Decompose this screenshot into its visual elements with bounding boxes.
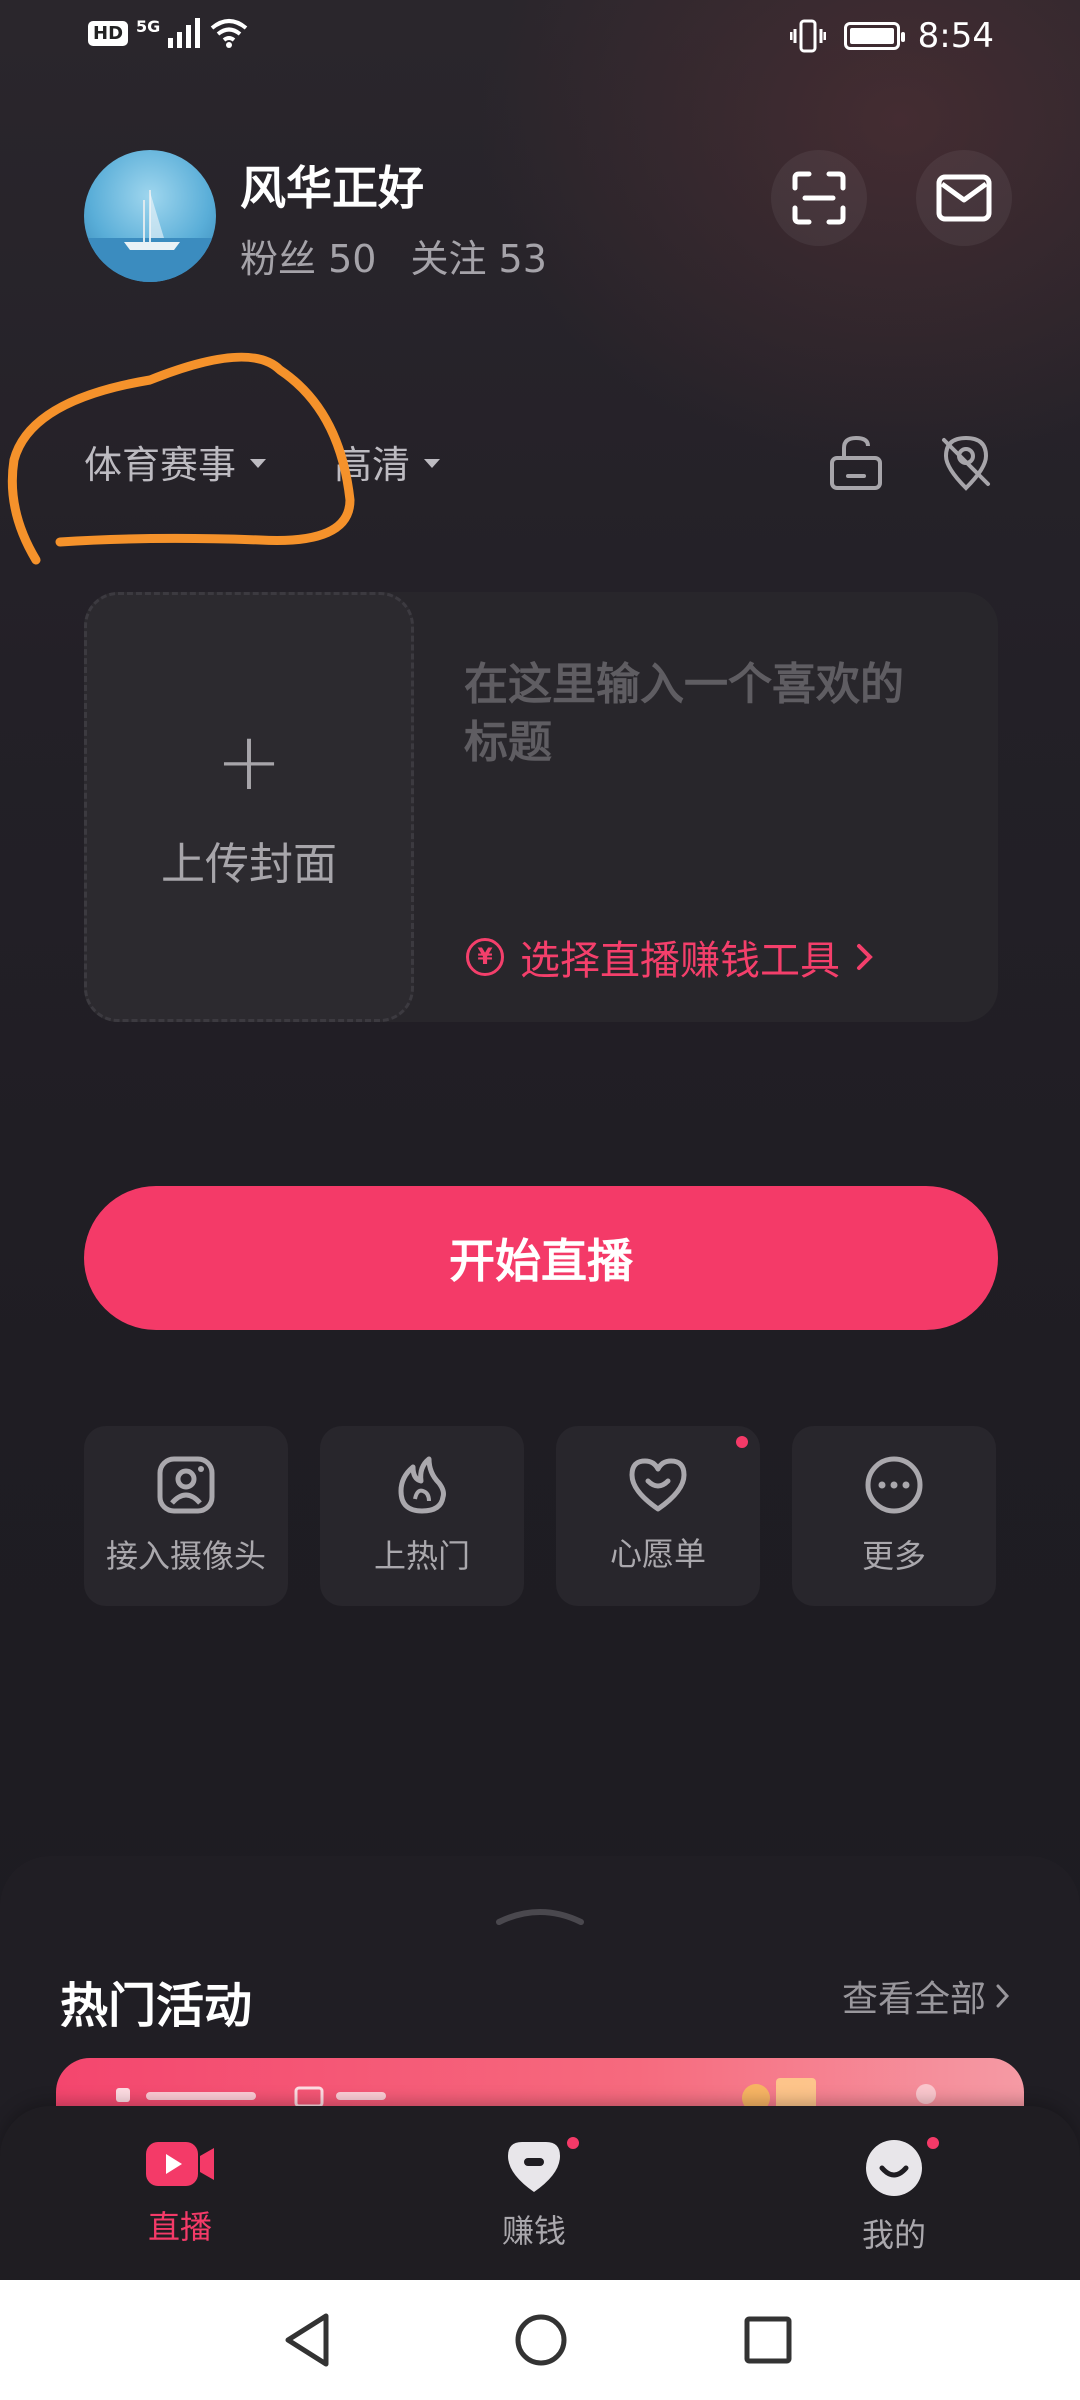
nav-tab-me[interactable]: 我的 bbox=[794, 2134, 994, 2256]
avatar[interactable] bbox=[84, 150, 216, 282]
nav-tab-label: 赚钱 bbox=[501, 2212, 566, 2250]
more-icon bbox=[865, 1456, 923, 1514]
live-camera-icon bbox=[146, 2142, 214, 2186]
follow-stats: 粉丝 50 关注 53 bbox=[240, 228, 547, 283]
username: 风华正好 bbox=[240, 161, 424, 215]
message-button[interactable] bbox=[916, 150, 1012, 246]
flame-icon bbox=[398, 1456, 446, 1514]
nav-tab-label: 我的 bbox=[861, 2216, 926, 2254]
location-toggle-button[interactable] bbox=[936, 432, 996, 496]
scan-button[interactable] bbox=[771, 150, 867, 246]
chevron-right-icon bbox=[857, 944, 873, 970]
back-icon[interactable] bbox=[282, 2312, 332, 2368]
feature-label: 上热门 bbox=[373, 1537, 470, 1575]
notification-dot bbox=[564, 2134, 582, 2152]
heart-icon bbox=[629, 1458, 687, 1512]
upload-cover-button[interactable]: + 上传封面 bbox=[84, 592, 414, 1022]
nav-tab-earn[interactable]: 赚钱 bbox=[434, 2134, 634, 2252]
annotation-scribble bbox=[7, 352, 355, 565]
profile-smile-icon bbox=[866, 2140, 922, 2196]
notification-dot bbox=[924, 2134, 942, 2152]
chevron-right-icon bbox=[996, 1984, 1010, 2008]
privacy-lock-button[interactable] bbox=[826, 432, 886, 496]
network-label: 5G bbox=[136, 16, 161, 36]
feature-trending[interactable]: 上热门 bbox=[320, 1426, 524, 1606]
upload-cover-label: 上传封面 bbox=[161, 839, 337, 890]
nav-tab-label: 直播 bbox=[147, 2208, 212, 2246]
hd-badge: HD bbox=[88, 20, 129, 46]
sailboat-icon bbox=[84, 190, 216, 282]
recents-icon[interactable] bbox=[744, 2316, 792, 2364]
title-input[interactable]: 在这里输入一个喜欢的标题 bbox=[464, 656, 934, 772]
plus-icon: + bbox=[215, 715, 283, 808]
feature-more[interactable]: 更多 bbox=[792, 1426, 996, 1606]
dropdown-arrow-icon bbox=[424, 459, 441, 468]
scan-icon bbox=[792, 171, 846, 225]
start-live-button[interactable]: 开始直播 bbox=[84, 1186, 998, 1330]
status-bar: HD 5G 8:54 bbox=[0, 0, 1080, 80]
location-off-icon bbox=[942, 435, 990, 491]
signal-icon bbox=[168, 18, 201, 48]
earning-tool-label: 选择直播赚钱工具 bbox=[520, 938, 840, 984]
feature-label: 接入摄像头 bbox=[105, 1537, 266, 1575]
nav-tab-live[interactable]: 直播 bbox=[80, 2138, 280, 2248]
yen-icon: ¥ bbox=[466, 938, 504, 976]
home-icon[interactable] bbox=[514, 2312, 568, 2368]
view-all-label: 查看全部 bbox=[842, 1979, 987, 2020]
mail-icon bbox=[936, 174, 992, 222]
fans-count[interactable]: 粉丝 50 bbox=[240, 228, 376, 283]
sheet-handle-icon[interactable] bbox=[495, 1904, 585, 1928]
wifi-icon bbox=[211, 19, 248, 48]
unlock-icon bbox=[830, 435, 882, 490]
hot-activities-title: 热门活动 bbox=[60, 1978, 253, 2034]
view-all-link[interactable]: 查看全部 bbox=[842, 1970, 1010, 2022]
feature-label: 心愿单 bbox=[609, 1535, 706, 1573]
notification-dot bbox=[736, 1436, 748, 1448]
earn-icon bbox=[508, 2142, 560, 2192]
earning-tool-link[interactable]: ¥ 选择直播赚钱工具 bbox=[466, 928, 874, 986]
battery-icon bbox=[843, 22, 905, 50]
feature-wishlist[interactable]: 心愿单 bbox=[556, 1426, 760, 1606]
feature-label: 更多 bbox=[861, 1537, 926, 1575]
following-count[interactable]: 关注 53 bbox=[410, 228, 546, 283]
clock: 8:54 bbox=[917, 16, 994, 56]
feature-camera[interactable]: 接入摄像头 bbox=[84, 1426, 288, 1606]
vibrate-icon bbox=[789, 19, 826, 53]
camera-icon bbox=[157, 1456, 215, 1514]
